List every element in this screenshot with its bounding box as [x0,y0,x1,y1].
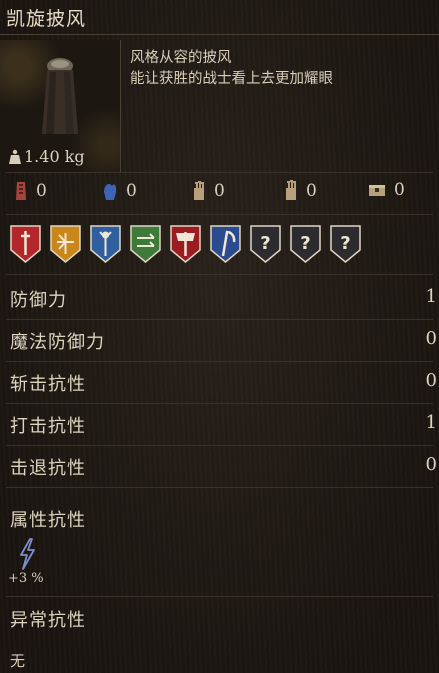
stat-label: 魔法防御力 [10,332,105,353]
title-divider [0,34,439,35]
lightning-icon [20,538,35,570]
negation-row: 0 0 0 0 0 [0,180,439,208]
stat-row: 防御力 1 [0,278,439,320]
chest-icon [369,185,385,196]
scythe-shield-icon [210,225,241,263]
staff-shield-icon [90,225,121,263]
svg-text:?: ? [260,233,270,254]
divider [6,214,433,215]
stat-value: 1 [425,412,437,433]
negation-item: 0 [368,180,405,200]
divider [6,596,433,597]
stat-row: 魔法防御力 0 [0,320,439,362]
stat-value: 0 [425,454,437,475]
unknown-shield-icon: ? [330,225,361,263]
weight-icon [9,149,21,164]
stat-label: 击退抗性 [10,458,86,479]
bow-shield-icon [130,225,161,263]
negation-item: 0 [192,180,225,202]
svg-text:?: ? [340,233,350,254]
item-image-panel: 1.40 kg [0,40,121,172]
unknown-shield-icon: ? [290,225,321,263]
item-title: 凯旋披风 [6,8,87,30]
description-line: 能让获胜的战士看上去更加耀眼 [130,71,333,87]
sword-shield-icon [10,225,41,263]
negation-item: 0 [284,180,317,202]
stat-row: 打击抗性 1 [0,404,439,446]
item-weight: 1.40 kg [8,147,85,166]
row-divider [6,487,433,488]
item-description: 风格从容的披风 能让获胜的战士看上去更加耀眼 [130,48,333,90]
stat-value: 0 [425,370,437,391]
unknown-shield-icon: ? [250,225,281,263]
description-line: 风格从容的披风 [130,50,232,66]
bleed-hand-icon [16,182,26,200]
attribute-resistance-value: +3 % [8,571,44,586]
stat-row: 斩击抗性 0 [0,362,439,404]
stat-value: 1 [425,286,437,307]
stat-label: 防御力 [10,290,67,311]
stat-value: 0 [425,328,437,349]
magic-hand-icon [104,184,117,200]
crossbow-shield-icon [50,225,81,263]
cloak-icon [42,58,78,134]
strike-hand-icon [194,181,204,200]
affinity-icons-row: ? ? ? [9,224,362,264]
svg-text:?: ? [300,233,310,254]
stat-label: 斩击抗性 [10,374,86,395]
negation-item: 0 [102,180,137,202]
attribute-resistance-label: 属性抗性 [10,510,86,531]
divider [6,172,433,173]
abnormal-resistance-value: 无 [10,652,26,670]
axe-shield-icon [170,225,201,263]
stat-label: 打击抗性 [10,416,86,437]
slash-hand-icon [286,180,296,200]
divider [6,274,433,275]
stat-row: 击退抗性 0 [0,446,439,488]
abnormal-resistance-label: 异常抗性 [10,610,86,631]
weight-value: 1.40 kg [24,147,85,166]
negation-item: 0 [14,180,47,202]
